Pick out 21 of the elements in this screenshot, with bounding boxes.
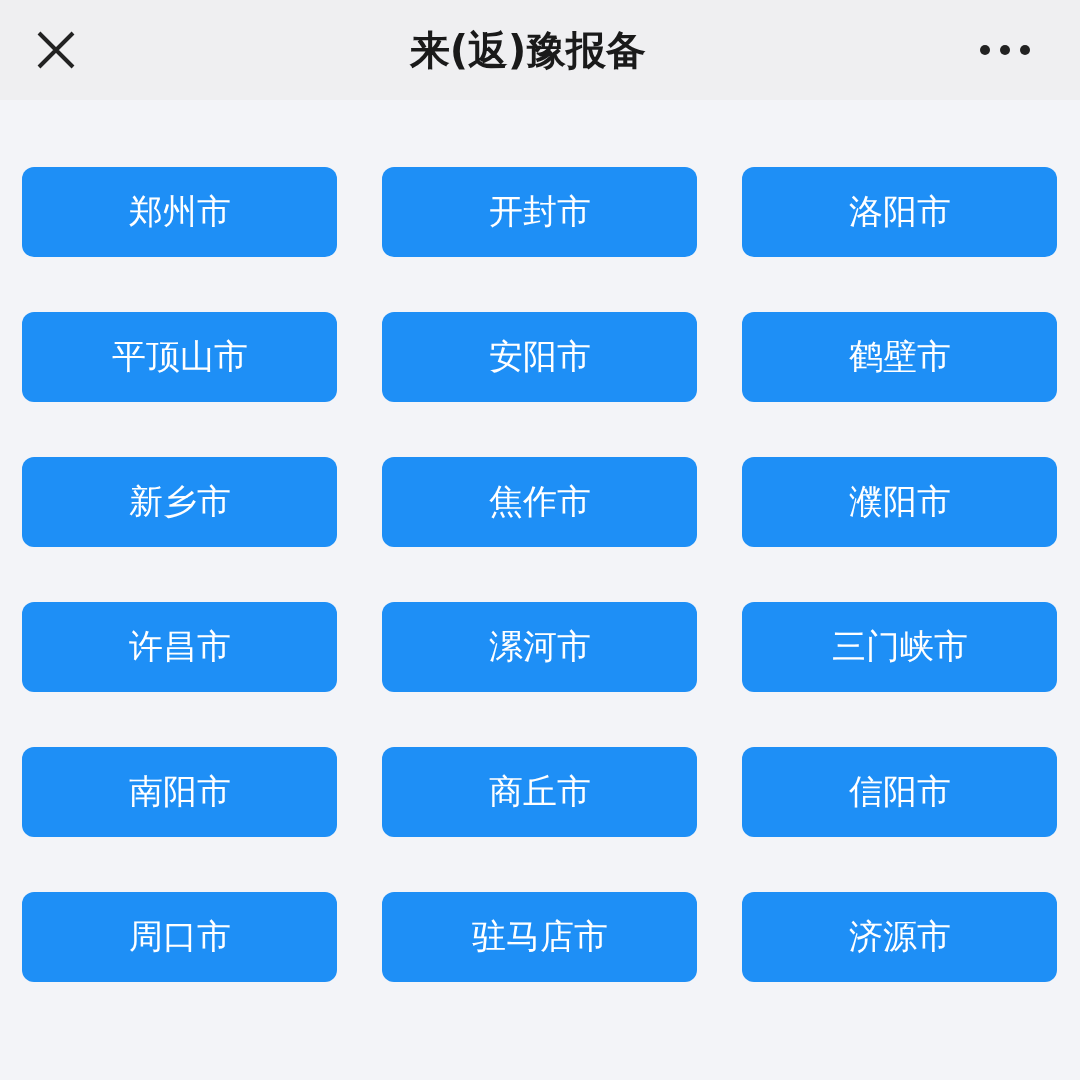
city-button[interactable]: 开封市	[382, 167, 697, 257]
city-button[interactable]: 新乡市	[22, 457, 337, 547]
city-button[interactable]: 鹤壁市	[742, 312, 1057, 402]
city-button[interactable]: 许昌市	[22, 602, 337, 692]
city-button[interactable]: 洛阳市	[742, 167, 1057, 257]
city-button[interactable]: 濮阳市	[742, 457, 1057, 547]
more-icon[interactable]	[980, 45, 1030, 55]
city-button[interactable]: 平顶山市	[22, 312, 337, 402]
city-button[interactable]: 周口市	[22, 892, 337, 982]
city-button[interactable]: 安阳市	[382, 312, 697, 402]
city-button[interactable]: 济源市	[742, 892, 1057, 982]
city-button[interactable]: 信阳市	[742, 747, 1057, 837]
city-button[interactable]: 南阳市	[22, 747, 337, 837]
city-button[interactable]: 漯河市	[382, 602, 697, 692]
city-button[interactable]: 郑州市	[22, 167, 337, 257]
city-button[interactable]: 驻马店市	[382, 892, 697, 982]
close-icon[interactable]	[36, 30, 76, 70]
city-button[interactable]: 焦作市	[382, 457, 697, 547]
city-button[interactable]: 商丘市	[382, 747, 697, 837]
city-button[interactable]: 三门峡市	[742, 602, 1057, 692]
page-title: 来(返)豫报备	[409, 25, 647, 75]
